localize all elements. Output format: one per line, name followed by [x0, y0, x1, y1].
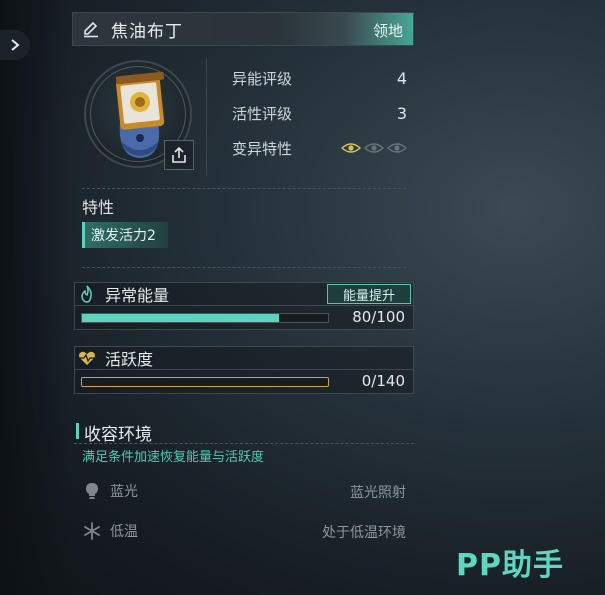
ability-rating-label: 异能评级 — [232, 69, 293, 88]
containment-title: 收容环境 — [84, 425, 152, 445]
eye-active-icon — [341, 143, 361, 153]
side-panel-toggle-button[interactable] — [0, 30, 30, 60]
activity-rating-value: 3 — [396, 103, 407, 123]
bulb-icon — [82, 481, 102, 501]
background-shade — [0, 0, 70, 595]
anomaly-energy-fill — [82, 314, 279, 322]
share-icon — [172, 146, 186, 163]
trait-chip[interactable]: 激发活力2 — [82, 222, 168, 248]
creature-info-panel: 焦油布丁 领地 异能评级 4 活性评级 3 变异特性 特性 激发活力2 异常能量… — [72, 12, 414, 572]
title-bar: 焦油布丁 领地 — [72, 12, 414, 46]
share-button[interactable] — [164, 140, 194, 170]
anomaly-energy-track — [81, 313, 329, 323]
condition-low-temperature: 低温 处于低温环境 — [82, 520, 406, 542]
activity-rating-row: 活性评级 3 — [232, 101, 407, 125]
divider — [82, 267, 406, 268]
activity-bar-row: 0/140 — [74, 370, 414, 394]
containment-header: 收容环境 — [74, 420, 414, 445]
ability-rating-value: 4 — [396, 68, 407, 88]
eye-inactive-icon — [387, 143, 407, 153]
anomaly-energy-title: 异常能量 — [105, 286, 170, 305]
anomaly-energy-meter: 异常能量 能量提升 80/100 — [74, 282, 414, 330]
watermark-logo: PP助手 — [456, 548, 564, 583]
activity-title: 活跃度 — [105, 350, 154, 369]
heartbeat-icon — [75, 347, 99, 369]
activity-header: 活跃度 — [74, 346, 414, 370]
mutation-trait-label: 变异特性 — [232, 139, 293, 158]
eye-inactive-icon — [364, 143, 384, 153]
ability-rating-row: 异能评级 4 — [232, 66, 407, 90]
condition-blue-light: 蓝光 蓝光照射 — [82, 480, 406, 502]
condition-name: 蓝光 — [110, 484, 138, 500]
anomaly-energy-bar-row: 80/100 — [74, 306, 414, 330]
creature-name: 焦油布丁 — [111, 21, 183, 42]
activity-rating-label: 活性评级 — [232, 104, 293, 123]
trait-chip-label: 激发活力2 — [91, 228, 156, 244]
mutation-level-indicator — [341, 142, 407, 154]
energy-boost-button[interactable]: 能量提升 — [327, 284, 411, 304]
mutation-trait-row: 变异特性 — [232, 136, 407, 160]
anomaly-energy-value: 80/100 — [352, 308, 405, 326]
territory-tag[interactable]: 领地 — [373, 20, 403, 41]
edit-name-icon[interactable] — [81, 19, 101, 39]
divider — [82, 188, 406, 189]
activity-track — [81, 377, 329, 387]
condition-name: 低温 — [110, 524, 138, 540]
section-accent — [76, 423, 79, 439]
activity-value: 0/140 — [361, 372, 405, 390]
condition-state: 蓝光照射 — [350, 485, 406, 501]
snowflake-icon — [82, 521, 102, 541]
anomaly-energy-header: 异常能量 能量提升 — [74, 282, 414, 306]
containment-description: 满足条件加速恢复能量与活跃度 — [82, 450, 265, 465]
activity-meter: 活跃度 0/140 — [74, 346, 414, 394]
chevron-right-icon — [11, 39, 20, 51]
traits-heading: 特性 — [82, 198, 115, 217]
flame-icon — [75, 283, 99, 305]
condition-state: 处于低温环境 — [322, 525, 406, 541]
stats-divider — [206, 58, 207, 176]
